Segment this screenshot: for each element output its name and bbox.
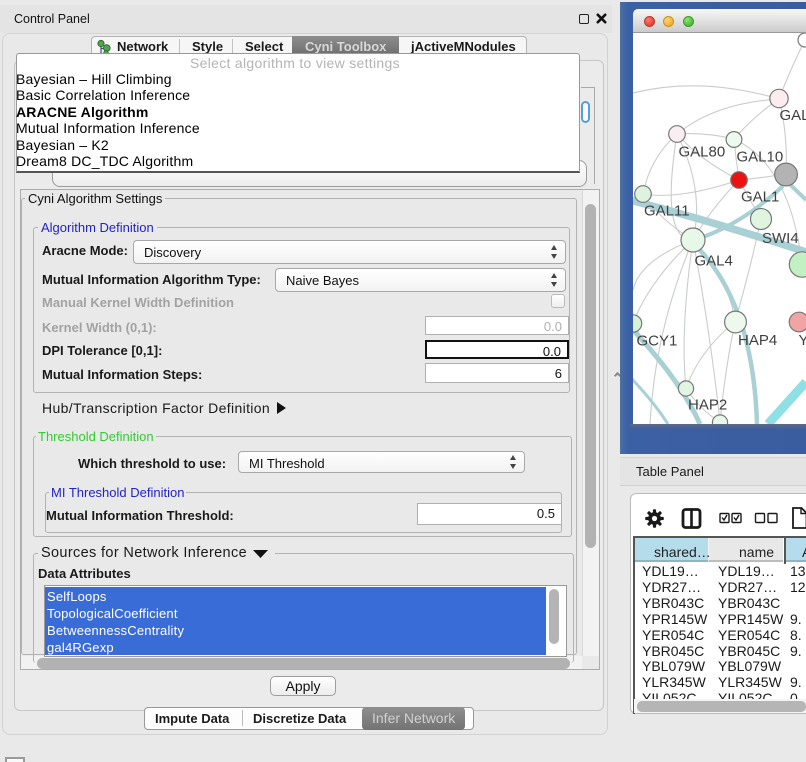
svg-text:Y: Y (799, 332, 806, 349)
svg-text:HAP2: HAP2 (688, 397, 727, 414)
svg-text:GAL10: GAL10 (737, 149, 784, 166)
svg-text:GAL7: GAL7 (780, 107, 806, 124)
svg-text:GAL4: GAL4 (695, 253, 733, 270)
svg-text:GCY1: GCY1 (637, 333, 678, 350)
svg-text:SWI4: SWI4 (762, 230, 799, 247)
svg-text:GAL80: GAL80 (679, 144, 726, 161)
svg-text:GAL11: GAL11 (644, 203, 690, 220)
svg-text:GAL1: GAL1 (741, 189, 779, 206)
svg-text:HAP4: HAP4 (738, 332, 777, 349)
